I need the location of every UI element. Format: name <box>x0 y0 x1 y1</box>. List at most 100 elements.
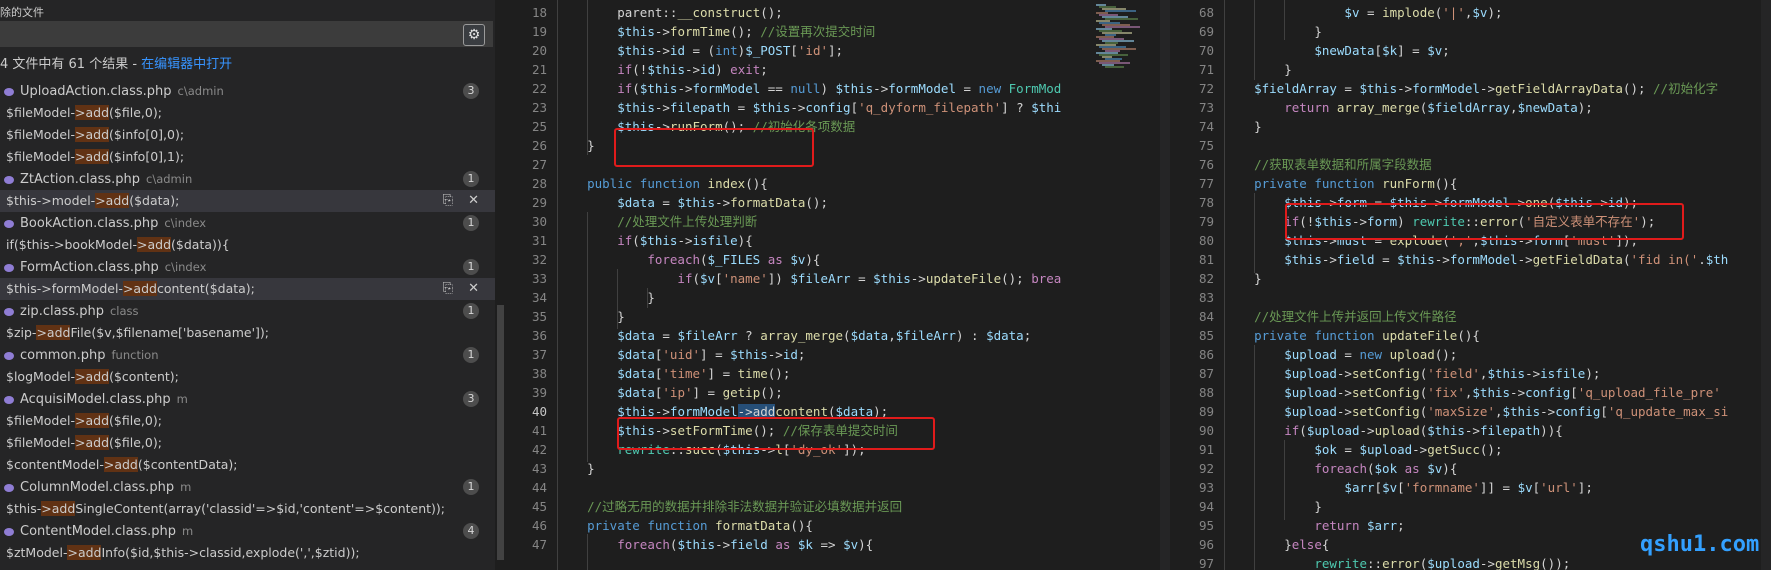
code-line[interactable]: $data = $fileArr ? array_merge($data,$fi… <box>557 326 1031 345</box>
code-line[interactable]: $upload->setConfig('maxSize',$this->conf… <box>1224 402 1728 421</box>
code-line[interactable]: if($v['name']) $fileArr = $this->updateF… <box>557 269 1061 288</box>
code-line[interactable]: } <box>1224 117 1262 136</box>
code-line[interactable]: public function index(){ <box>557 174 768 193</box>
line-number: 29 <box>531 195 547 210</box>
code-token: } <box>1254 119 1262 134</box>
match-highlight: >add <box>75 105 110 120</box>
code-line[interactable]: $ok = $upload->getSucc(); <box>1224 440 1502 459</box>
code-line[interactable]: foreach($ok as $v){ <box>1224 459 1457 478</box>
result-match-row[interactable]: $ztModel->addInfo($id,$this->classid,exp… <box>0 542 495 564</box>
result-file-row[interactable]: BookAction.class.php c\index 1 <box>0 212 495 234</box>
result-match-row[interactable]: $fileModel->add($file,0); <box>0 102 495 124</box>
result-file-row[interactable]: zip.class.php class 1 <box>0 300 495 322</box>
code-line[interactable]: } <box>557 136 595 155</box>
code-line[interactable]: foreach($_FILES as $v){ <box>557 250 820 269</box>
result-match-row[interactable]: $this->formModel->addcontent($data); ⎘ ✕ <box>0 278 495 300</box>
code-line[interactable]: private function formatData(){ <box>557 516 813 535</box>
code-line[interactable]: $data['ip'] = getip(); <box>557 383 783 402</box>
code-area[interactable]: parent::__construct(); $this->formTime()… <box>557 0 1115 570</box>
result-match-row[interactable]: $fileModel->add($file,0); <box>0 410 495 432</box>
code-line[interactable]: } <box>1224 269 1262 288</box>
code-line[interactable]: } <box>1224 60 1292 79</box>
result-file-row[interactable]: FormAction.class.php c\index 1 <box>0 256 495 278</box>
code-line[interactable]: private function updateFile(){ <box>1224 326 1480 345</box>
code-token: $data <box>850 328 889 343</box>
code-line[interactable]: } <box>1224 497 1322 516</box>
result-file-row[interactable]: UploadAction.class.php c\admin 3 <box>0 80 495 102</box>
code-line[interactable]: //过略无用的数据并排除非法数据并验证必填数据并返回 <box>557 497 902 516</box>
code-line[interactable]: $data['uid'] = $this->id; <box>557 345 805 364</box>
editor-form-model[interactable]: 68 69 70 71 72 73 74 75 76 77 78 79 80 81 82 83 84 85 86 87… <box>1172 0 1771 570</box>
result-match-row[interactable]: if($this->bookModel->add($data)){ <box>0 234 495 256</box>
code-line[interactable]: $v = implode('|',$v); <box>1224 3 1502 22</box>
code-line[interactable]: parent::__construct(); <box>557 3 783 22</box>
result-match-row[interactable]: $logModel->add($content); <box>0 366 495 388</box>
replace-icon[interactable]: ⎘ <box>443 278 453 300</box>
code-line[interactable]: //处理文件上传并返回上传文件路径 <box>1224 307 1457 326</box>
dismiss-icon[interactable]: ✕ <box>468 190 479 212</box>
code-line[interactable]: $this->formTime(); //设置再次提交时间 <box>557 22 875 41</box>
code-line[interactable]: $fieldArray = $this->formModel->getField… <box>1224 79 1718 98</box>
indent-guide <box>1254 193 1255 273</box>
minimap[interactable] <box>1090 0 1165 570</box>
code-line[interactable]: if($this->formModel == null) $this->form… <box>557 79 1061 98</box>
code-line[interactable]: } <box>557 288 655 307</box>
code-line[interactable]: if($upload->upload($this->filepath)){ <box>1224 421 1563 440</box>
code-line[interactable]: $this->id = (int)$_POST['id']; <box>557 41 843 60</box>
code-line[interactable]: //获取表单数据和所属字段数据 <box>1224 155 1432 174</box>
code-line[interactable]: } <box>557 459 595 478</box>
result-match-row[interactable]: $fileModel->add($info[0],1); <box>0 146 495 168</box>
open-in-editor-link[interactable]: 在编辑器中打开 <box>141 57 232 72</box>
code-line[interactable]: foreach($this->field as $k => $v){ <box>557 535 873 554</box>
file-path: function <box>111 348 159 362</box>
code-line[interactable]: return array_merge($fieldArray,$newData)… <box>1224 98 1593 117</box>
code-line[interactable]: private function runForm(){ <box>1224 174 1457 193</box>
code-area[interactable]: $v = implode('|',$v); } $newData[$k] = $… <box>1224 0 1761 570</box>
result-match-row[interactable]: $fileModel->add($info[0],0); <box>0 124 495 146</box>
sidebar-scrollbar[interactable] <box>497 305 504 560</box>
code-token: isfile <box>1540 366 1586 381</box>
code-line[interactable]: $upload->setConfig('fix',$this->config['… <box>1224 383 1721 402</box>
code-line[interactable]: $this->filepath = $this->config['q_dyfor… <box>557 98 1061 117</box>
match-suffix: ($info[0],1); <box>109 149 185 164</box>
code-line[interactable]: } <box>557 307 625 326</box>
result-file-row[interactable]: common.php function 1 <box>0 344 495 366</box>
result-file-row[interactable]: ZtAction.class.php c\admin 1 <box>0 168 495 190</box>
result-file-row[interactable]: AcquisiModel.class.php m 3 <box>0 388 495 410</box>
code-token: exit <box>730 62 761 77</box>
code-line[interactable]: $upload = new upload(); <box>1224 345 1457 364</box>
dismiss-icon[interactable]: ✕ <box>468 278 479 300</box>
result-match-row[interactable]: $contentModel->add($contentData); <box>0 454 495 476</box>
code-line[interactable]: $arr[$v['formname']] = $v['url']; <box>1224 478 1592 497</box>
result-match-row[interactable]: $zip->addFile($v,$filename['basename']); <box>0 322 495 344</box>
result-match-row[interactable]: $this->model->add($data); ⎘ ✕ <box>0 190 495 212</box>
code-line[interactable]: $upload->setConfig('field',$this->isfile… <box>1224 364 1600 383</box>
code-token: -> <box>1412 442 1428 457</box>
code-token: -> <box>1517 252 1533 267</box>
code-line[interactable]: return $arr; <box>1224 516 1404 535</box>
result-match-row[interactable]: $this->addSingleContent(array('classid'=… <box>0 498 495 520</box>
code-line[interactable]: rewrite::error($upload->getMsg()); <box>1224 554 1570 570</box>
editor-scrollbar[interactable] <box>1160 0 1170 570</box>
code-line[interactable]: if(!$this->id) exit; <box>557 60 768 79</box>
files-to-exclude-input[interactable]: ⚙ <box>0 21 493 47</box>
code-line[interactable]: $newData[$k] = $v; <box>1224 41 1450 60</box>
replace-icon[interactable]: ⎘ <box>443 190 453 212</box>
code-line[interactable]: $data['time'] = time(); <box>557 364 790 383</box>
regex-gear-icon[interactable]: ⚙ <box>463 24 485 46</box>
result-match-row[interactable]: $fileModel->add($file,0); <box>0 432 495 454</box>
code-token: formModel <box>888 81 956 96</box>
editor-scrollbar[interactable] <box>1761 0 1771 570</box>
editor-form-action[interactable]: 18 19 20 21 22 23 25 26 27 28 29 30 31 32 33 34 35 36 37 38… <box>505 0 1170 570</box>
code-line[interactable]: $this->field = $this->formModel->getFiel… <box>1224 250 1728 269</box>
code-line[interactable]: $data = $this->formatData(); <box>557 193 828 212</box>
code-line[interactable]: }else{ <box>1224 535 1329 554</box>
code-token: $this <box>1472 385 1511 400</box>
result-file-row[interactable]: ColumnModel.class.php m 1 <box>0 476 495 498</box>
code-token: = <box>1374 252 1398 267</box>
result-file-row[interactable]: ContentModel.class.php m 4 <box>0 520 495 542</box>
code-line[interactable]: } <box>1224 22 1322 41</box>
php-file-icon <box>4 176 14 184</box>
